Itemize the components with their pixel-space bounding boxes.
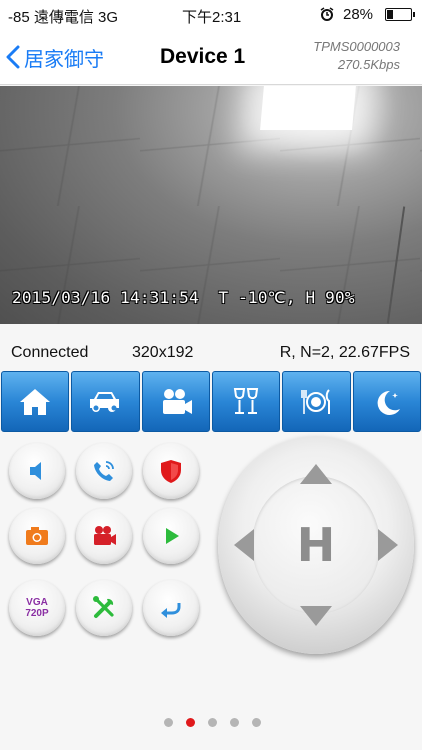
vga-label: VGA — [26, 597, 48, 608]
play-icon — [166, 528, 179, 544]
settings-button[interactable] — [76, 580, 132, 636]
stream-info: Connected 320x192 R, N=2, 22.67FPS — [0, 340, 422, 364]
video-timestamp-overlay: 2015/03/16 14:31:54 T -10℃, H 90% — [12, 288, 355, 307]
bitrate: 270.5Kbps — [337, 57, 400, 72]
alarm-icon — [320, 7, 334, 25]
frame-stats: R, N=2, 22.67FPS — [279, 344, 410, 361]
page-dot[interactable] — [208, 718, 217, 727]
tools-icon — [93, 596, 114, 618]
playback-button[interactable] — [143, 508, 199, 564]
security-button[interactable] — [143, 443, 199, 499]
page-dot[interactable] — [164, 718, 173, 727]
connection-status: Connected — [11, 344, 89, 361]
status-bar: -85 遠傳電信 3G 下午2:31 28% — [0, 0, 422, 30]
navigation-bar: 居家御守 Device 1 TPMS0000003 270.5Kbps — [0, 30, 422, 85]
device-info: TPMS0000003 270.5Kbps — [313, 38, 400, 74]
speaker-button[interactable] — [9, 443, 65, 499]
record-button[interactable] — [76, 508, 132, 564]
page-title: Device 1 — [160, 45, 246, 68]
ptz-home-button[interactable]: H — [291, 518, 341, 572]
night-moon-icon — [377, 390, 400, 415]
pan-down-arrow-icon[interactable] — [300, 606, 332, 626]
carrier-signal: -85 遠傳電信 3G — [8, 9, 119, 26]
car-icon — [90, 391, 120, 412]
video-camera-icon — [162, 388, 192, 414]
page-dot[interactable] — [186, 718, 195, 727]
phone-icon — [94, 461, 114, 481]
back-button[interactable]: 居家御守 — [6, 40, 104, 74]
pan-up-arrow-icon[interactable] — [300, 464, 332, 484]
pan-right-arrow-icon[interactable] — [378, 529, 398, 561]
page-dot[interactable] — [230, 718, 239, 727]
back-action-button[interactable] — [143, 580, 199, 636]
shield-icon — [161, 460, 181, 483]
video-record-icon — [94, 526, 116, 545]
clock: 下午2:31 — [182, 9, 242, 26]
mode-record-button[interactable] — [141, 371, 210, 432]
wine-glasses-icon — [233, 387, 259, 414]
resolution: 320x192 — [132, 344, 194, 361]
live-video-feed[interactable]: 2015/03/16 14:31:54 T -10℃, H 90% — [0, 86, 422, 324]
home-icon — [20, 388, 51, 415]
page-dot[interactable] — [252, 718, 261, 727]
video-ceiling-light — [260, 86, 356, 130]
mode-toolbar — [0, 371, 422, 432]
mode-home-button[interactable] — [1, 371, 70, 432]
mode-party-button[interactable] — [211, 371, 281, 432]
chevron-left-icon — [6, 45, 20, 69]
device-id: TPMS0000003 — [313, 39, 400, 54]
speaker-icon — [30, 462, 41, 480]
talk-button[interactable] — [76, 443, 132, 499]
page-indicator — [164, 718, 261, 727]
mode-car-button[interactable] — [71, 371, 140, 432]
back-label: 居家御守 — [24, 48, 104, 71]
pan-left-arrow-icon[interactable] — [234, 529, 254, 561]
mode-night-button[interactable] — [352, 371, 421, 432]
vga-720p-icon: VGA 720P — [25, 597, 48, 619]
snapshot-button[interactable] — [9, 508, 65, 564]
camera-icon — [26, 527, 48, 545]
720p-label: 720P — [25, 608, 49, 619]
battery-icon — [385, 8, 415, 21]
battery-percent: 28% — [343, 6, 374, 23]
return-arrow-icon — [161, 603, 181, 618]
dining-icon — [301, 388, 331, 414]
ptz-control-pad: H — [218, 436, 414, 654]
resolution-button[interactable]: VGA 720P — [9, 580, 65, 636]
mode-dining-button[interactable] — [282, 371, 351, 432]
